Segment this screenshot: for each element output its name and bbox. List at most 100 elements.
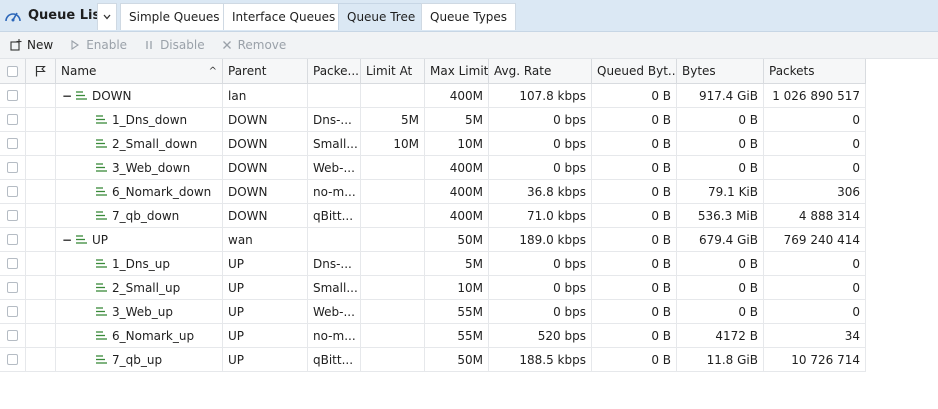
table-body: − DOWN lan 400M 107.8 kbps 0 B 917.4 GiB 1 026 … xyxy=(0,84,866,372)
tab-list-dropdown[interactable] xyxy=(97,3,117,30)
cell-bytes: 4172 B xyxy=(677,324,764,347)
table-row[interactable]: 7_qb_down DOWN qBitt... 400M 71.0 kbps 0 B 536… xyxy=(0,204,866,228)
cell-max-limit: 5M xyxy=(425,252,489,275)
new-icon xyxy=(10,39,22,51)
cell-queued-bytes: 0 B xyxy=(592,180,677,203)
tab-simple-queues[interactable]: Simple Queues xyxy=(120,3,229,30)
cell-packets: 0 xyxy=(764,132,866,155)
cell-queued-bytes: 0 B xyxy=(592,132,677,155)
cell-packet-marks: no-m... xyxy=(308,324,361,347)
table-row[interactable]: 3_Web_down DOWN Web-... 400M 0 bps 0 B0 B0 xyxy=(0,156,866,180)
table-row[interactable]: 2_Small_up UP Small... 10M 0 bps 0 B0 B0 xyxy=(0,276,866,300)
cell-max-limit: 10M xyxy=(425,276,489,299)
tab-bar: Queue List Simple Queues Interface Queue… xyxy=(0,0,938,32)
cell-limit-at: 10M xyxy=(361,132,425,155)
table-row[interactable]: 6_Nomark_down DOWN no-m... 400M 36.8 kbps 0 B… xyxy=(0,180,866,204)
cell-packets: 0 xyxy=(764,108,866,131)
cell-name: 3_Web_down xyxy=(56,156,223,179)
cell-limit-at xyxy=(361,300,425,323)
cell-packet-marks: qBitt... xyxy=(308,204,361,227)
cell-packet-marks xyxy=(308,228,361,251)
collapse-toggle[interactable]: − xyxy=(62,233,72,247)
table-row[interactable]: 7_qb_up UP qBitt... 50M 188.5 kbps 0 B 11.8 Gi… xyxy=(0,348,866,372)
row-checkbox[interactable] xyxy=(0,156,26,179)
column-header-packets[interactable]: Packets xyxy=(764,59,866,83)
cell-limit-at xyxy=(361,348,425,371)
column-header-bytes[interactable]: Bytes xyxy=(677,59,764,83)
cell-limit-at: 5M xyxy=(361,108,425,131)
cell-max-limit: 10M xyxy=(425,132,489,155)
cell-packets: 0 xyxy=(764,252,866,275)
remove-button[interactable]: Remove xyxy=(221,38,286,52)
cell-avg-rate: 71.0 kbps xyxy=(489,204,592,227)
queue-icon xyxy=(96,211,107,220)
row-flag-cell xyxy=(26,108,56,131)
row-checkbox[interactable] xyxy=(0,84,26,107)
table-row[interactable]: 2_Small_down DOWN Small... 10M 10M 0 bps 0 B0 … xyxy=(0,132,866,156)
table-row[interactable]: 6_Nomark_up UP no-m... 55M 520 bps 0 B 4172 B3… xyxy=(0,324,866,348)
checkbox-box xyxy=(7,306,18,317)
enable-button-label: Enable xyxy=(86,38,128,52)
checkbox-box xyxy=(7,234,18,245)
cell-limit-at xyxy=(361,180,425,203)
column-header-avg-rate[interactable]: Avg. Rate xyxy=(489,59,592,83)
row-checkbox[interactable] xyxy=(0,132,26,155)
enable-button[interactable]: Enable xyxy=(69,38,127,52)
collapse-toggle[interactable]: − xyxy=(62,89,72,103)
row-checkbox[interactable] xyxy=(0,348,26,371)
row-checkbox[interactable] xyxy=(0,204,26,227)
queue-icon xyxy=(96,259,107,268)
row-checkbox[interactable] xyxy=(0,276,26,299)
queue-icon xyxy=(96,187,107,196)
row-checkbox[interactable] xyxy=(0,108,26,131)
column-header-queued-bytes[interactable]: Queued Byt... xyxy=(592,59,677,83)
row-checkbox[interactable] xyxy=(0,228,26,251)
queue-icon xyxy=(76,91,87,100)
cell-name: − DOWN xyxy=(56,84,223,107)
table-row[interactable]: − UP wan 50M 189.0 kbps 0 B 679.4 GiB 769 240 4… xyxy=(0,228,866,252)
column-header-parent[interactable]: Parent xyxy=(223,59,308,83)
column-header-limit-at[interactable]: Limit At xyxy=(361,59,425,83)
column-header-flag[interactable] xyxy=(26,59,56,83)
queue-icon xyxy=(96,331,107,340)
toolbar: New Enable Disable Remove xyxy=(0,32,938,59)
cell-name-label: 1_Dns_down xyxy=(112,112,188,127)
checkbox-box xyxy=(7,330,18,341)
window-title: Queue List xyxy=(4,0,106,31)
column-header-packet-marks[interactable]: Packe... xyxy=(308,59,361,83)
column-header-name[interactable]: Name ^ xyxy=(56,59,223,83)
column-header-max-limit[interactable]: Max Limit xyxy=(425,59,489,83)
cell-parent: DOWN xyxy=(223,180,308,203)
checkbox-box xyxy=(7,90,18,101)
checkbox-box xyxy=(7,210,18,221)
cell-packet-marks: qBitt... xyxy=(308,348,361,371)
checkbox-box xyxy=(7,258,18,269)
new-button[interactable]: New xyxy=(10,38,53,52)
cell-parent: UP xyxy=(223,324,308,347)
row-flag-cell xyxy=(26,348,56,371)
row-checkbox[interactable] xyxy=(0,252,26,275)
cell-packet-marks xyxy=(308,84,361,107)
table-row[interactable]: − DOWN lan 400M 107.8 kbps 0 B 917.4 GiB 1 026 … xyxy=(0,84,866,108)
row-flag-cell xyxy=(26,252,56,275)
cell-queued-bytes: 0 B xyxy=(592,84,677,107)
table-row[interactable]: 1_Dns_up UP Dns-... 5M 0 bps 0 B0 B0 xyxy=(0,252,866,276)
cell-packets: 10 726 714 xyxy=(764,348,866,371)
table-row[interactable]: 1_Dns_down DOWN Dns-... 5M 5M 0 bps 0 B0 B0 xyxy=(0,108,866,132)
cell-packets: 306 xyxy=(764,180,866,203)
table-row[interactable]: 3_Web_up UP Web-... 55M 0 bps 0 B0 B0 xyxy=(0,300,866,324)
cell-name: 3_Web_up xyxy=(56,300,223,323)
sort-asc-icon: ^ xyxy=(208,65,217,77)
tab-queue-tree[interactable]: Queue Tree xyxy=(338,3,425,30)
queue-icon xyxy=(76,235,87,244)
row-checkbox[interactable] xyxy=(0,180,26,203)
queue-icon xyxy=(96,163,107,172)
tab-interface-queues[interactable]: Interface Queues xyxy=(223,3,345,30)
cell-packets: 34 xyxy=(764,324,866,347)
disable-button[interactable]: Disable xyxy=(143,38,205,52)
row-checkbox[interactable] xyxy=(0,324,26,347)
tab-queue-types[interactable]: Queue Types xyxy=(421,3,517,30)
select-all-checkbox[interactable] xyxy=(0,59,26,83)
cell-bytes: 0 B xyxy=(677,276,764,299)
row-checkbox[interactable] xyxy=(0,300,26,323)
